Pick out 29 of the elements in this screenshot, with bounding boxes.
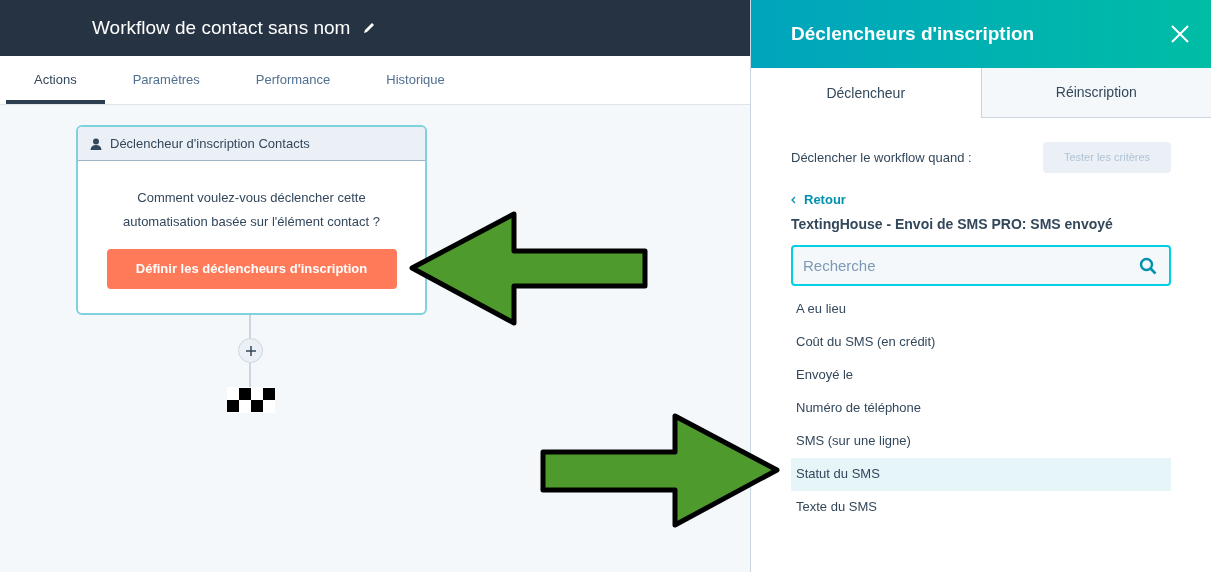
- property-option[interactable]: Statut du SMS: [791, 457, 1171, 491]
- property-option[interactable]: Texte du SMS: [791, 490, 1171, 524]
- tab[interactable]: Performance: [227, 56, 359, 104]
- tab[interactable]: Historique: [358, 56, 473, 104]
- panel-title: Déclencheurs d'inscription: [791, 21, 1035, 46]
- card-title: Déclencheur d'inscription Contacts: [110, 134, 310, 153]
- property-option[interactable]: Numéro de téléphone: [791, 391, 1171, 425]
- property-option[interactable]: Coût du SMS (en crédit): [791, 325, 1171, 359]
- chevron-left-icon: [791, 195, 796, 204]
- event-title: TextingHouse - Envoi de SMS PRO: SMS envoyé: [791, 214, 1114, 234]
- trigger-prompt: Déclencher le workflow quand :: [791, 148, 972, 167]
- tab[interactable]: Réinscription: [980, 68, 1211, 118]
- close-icon[interactable]: [1171, 25, 1189, 43]
- search-icon: [1139, 256, 1157, 275]
- tab[interactable]: Paramètres: [104, 56, 228, 104]
- person-icon: [90, 137, 102, 150]
- property-option[interactable]: Envoyé le: [791, 358, 1171, 392]
- property-option[interactable]: SMS (sur une ligne): [791, 424, 1171, 458]
- trigger-card[interactable]: Déclencheur d'inscription Contacts Comment voulez-vous déclencher cette automatisation basée sur l'élément contact ? Définir les déclencheurs d'inscription: [76, 125, 427, 315]
- card-description: Comment voulez-vous déclencher cette automatisation basée sur l'élément contact ?: [122, 189, 381, 231]
- plus-icon: [245, 345, 256, 356]
- checkered-flag-icon: [227, 387, 275, 413]
- add-action-button[interactable]: [238, 338, 263, 363]
- pencil-icon[interactable]: [362, 21, 377, 35]
- tab[interactable]: Actions: [6, 56, 105, 104]
- property-option[interactable]: A eu lieu: [791, 292, 1171, 326]
- search-field[interactable]: Recherche: [791, 244, 1171, 286]
- workflow-title: Workflow de contact sans nom: [92, 15, 351, 40]
- back-link[interactable]: Retour: [791, 190, 846, 210]
